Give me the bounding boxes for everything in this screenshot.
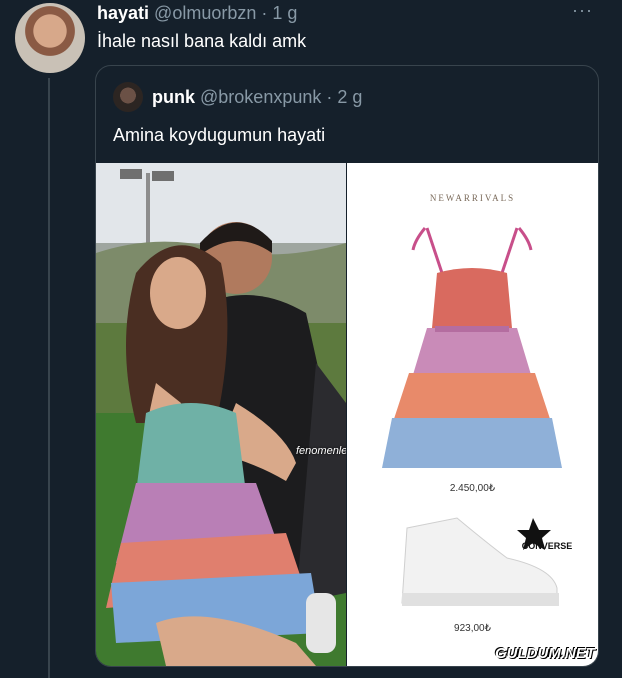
couple-photo[interactable]: fenomenlernegiymis — [96, 163, 346, 666]
more-options-icon[interactable]: ··· — [572, 0, 593, 21]
product-panel: NEWARRIVALS 2.450,00₺ CONVERSE 923,00₺ — [347, 163, 598, 666]
author-name[interactable]: hayati — [97, 3, 149, 23]
product-illustrations — [382, 227, 562, 606]
tweet-header: hayati @olmuorbzn · 1 g — [97, 2, 297, 24]
quoted-author-handle: @brokenxpunk — [200, 87, 322, 107]
quoted-tweet-time: · 2 g — [326, 87, 363, 107]
brand-label: CONVERSE — [521, 541, 573, 551]
dress-price: 2.450,00₺ — [449, 483, 496, 494]
thread-line — [48, 78, 50, 678]
tweet-time[interactable]: · 1 g — [261, 3, 297, 23]
quoted-author-avatar — [113, 82, 143, 112]
author-avatar[interactable] — [15, 3, 85, 73]
tweet-text: İhale nasıl bana kaldı amk — [97, 31, 307, 51]
shoe-price: 923,00₺ — [454, 623, 491, 634]
quoted-tweet[interactable]: punk @brokenxpunk · 2 g Amina koydugumun… — [95, 65, 599, 667]
site-watermark: GULDUM.NET — [495, 645, 595, 662]
author-handle[interactable]: @olmuorbzn — [154, 3, 256, 23]
quoted-author-name: punk — [152, 87, 195, 107]
couple-photo-illustration — [96, 169, 346, 666]
photo-watermark: fenomenlernegiymis — [296, 445, 346, 457]
quoted-tweet-header: punk @brokenxpunk · 2 g — [152, 86, 362, 108]
dress-image — [382, 227, 562, 468]
quoted-tweet-text: Amina koydugumun hayati — [113, 125, 326, 145]
tweet-media[interactable]: fenomenlernegiymis NEWARRIVALS — [96, 163, 598, 666]
